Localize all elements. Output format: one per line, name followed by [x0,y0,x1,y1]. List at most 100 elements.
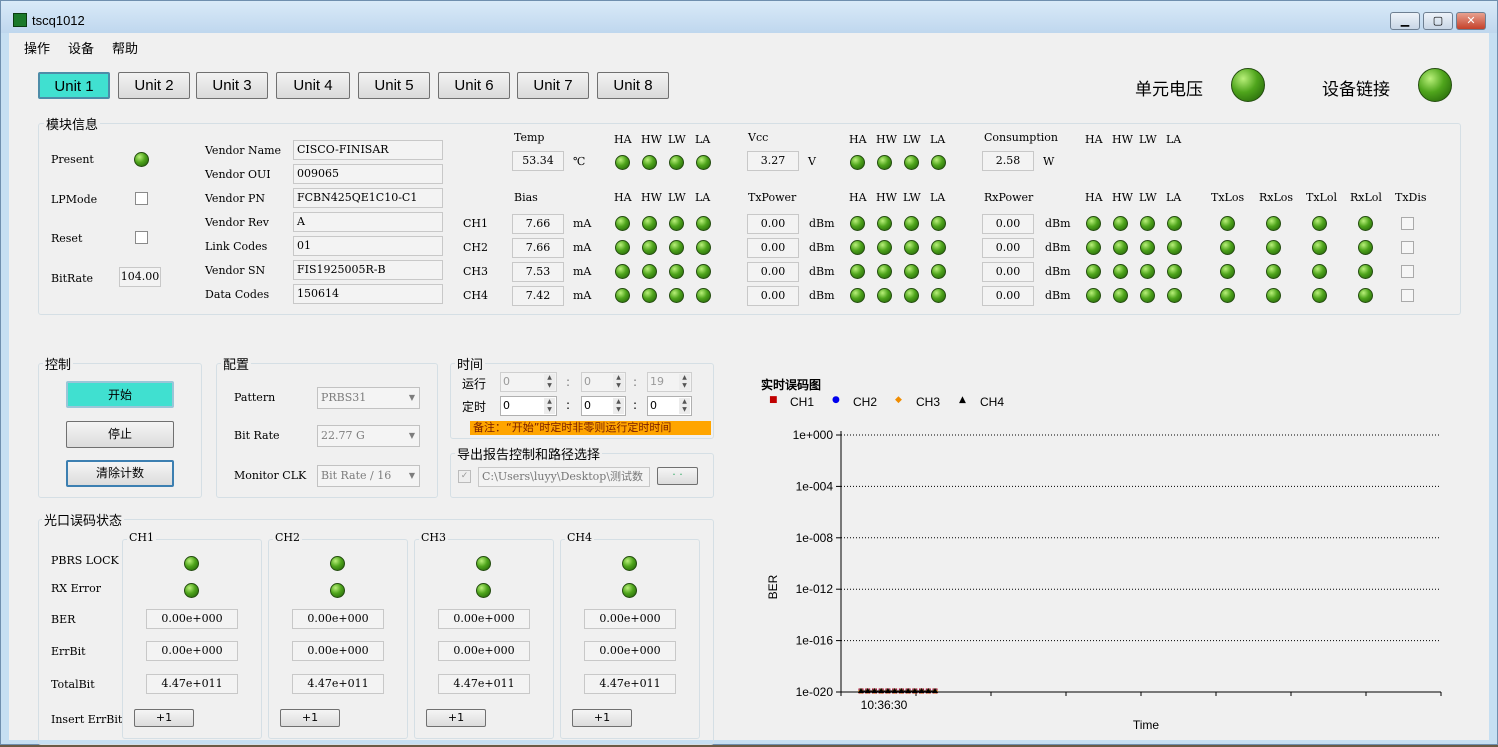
rxpower-value: 0.00 [982,214,1034,234]
txpower-unit: dBm [809,217,835,230]
vendor-value: CISCO-FINISAR [293,140,443,160]
y-tick-label: 1e+000 [793,428,834,442]
status-led [1312,264,1327,279]
monitor-clk-select[interactable]: Bit Rate / 16 ▼ [317,465,420,487]
txpower-value: 0.00 [747,262,799,282]
alarm-header: HA [1085,133,1103,146]
consumption-unit: W [1043,155,1055,168]
txpower-label: TxPower [748,191,797,204]
status-led [1220,264,1235,279]
tab-unit-1[interactable]: Unit 1 [38,72,110,99]
close-button[interactable]: ✕ [1456,12,1486,30]
tab-unit-4[interactable]: Unit 4 [276,72,350,99]
reset-checkbox[interactable] [135,231,148,244]
bias-value: 7.66 [512,214,564,234]
prbs-lock-led [476,556,491,571]
insert-errbit-button[interactable]: +1 [572,709,632,727]
alarm-header: HW [641,191,662,204]
bitrate-select[interactable]: 22.77 G ▼ [317,425,420,447]
time-title: 时间 [455,354,486,373]
insert-errbit-button[interactable]: +1 [134,709,194,727]
vcc-label: Vcc [748,131,769,144]
legend-marker-diamond-icon: ◆ [895,395,902,405]
alarm-led [642,216,657,231]
port-status-title: 光口误码状态 [42,510,125,529]
menu-device[interactable]: 设备 [68,38,94,57]
start-button[interactable]: 开始 [66,381,174,408]
legend-marker-square-icon: ■ [769,395,778,405]
rxpower-unit: dBm [1045,217,1071,230]
alarm-led [877,288,892,303]
alarm-header: HA [849,133,867,146]
alarm-header: LW [668,191,686,204]
legend-label: CH1 [790,395,815,409]
alarm-header: LA [695,191,711,204]
bitrate-field[interactable]: 104.00 [119,267,161,287]
pattern-value: PRBS31 [321,391,367,404]
bias-unit: mA [573,217,592,230]
txdis-checkbox[interactable] [1401,241,1414,254]
app-icon [13,13,27,27]
spin-arrows-icon[interactable]: ▲ ▼ [679,398,690,414]
tab-unit-7[interactable]: Unit 7 [517,72,589,99]
x-tick-label: 10:36:30 [861,698,908,712]
tab-unit-5[interactable]: Unit 5 [358,72,430,99]
bias-label: Bias [514,191,538,204]
maximize-button[interactable]: ▢ [1423,12,1453,30]
txdis-checkbox[interactable] [1401,217,1414,230]
menu-help[interactable]: 帮助 [112,38,138,57]
tab-unit-3[interactable]: Unit 3 [196,72,268,99]
timer-seconds[interactable]: 0 ▲ ▼ [647,396,692,416]
alarm-led [669,216,684,231]
status-led [1266,264,1281,279]
minimize-button[interactable]: ▁ [1390,12,1420,30]
pattern-select[interactable]: PRBS31 ▼ [317,387,420,409]
vendor-value: 01 [293,236,443,256]
clear-count-button[interactable]: 清除计数 [66,460,174,487]
txpower-value: 0.00 [747,238,799,258]
legend-marker-triangle-icon: ▲ [959,395,966,405]
tab-unit-6[interactable]: Unit 6 [438,72,510,99]
export-checkbox[interactable]: ✓ [458,470,471,483]
port-channel-title: CH1 [127,531,157,544]
lpmode-label: LPMode [51,193,98,206]
txdis-checkbox[interactable] [1401,289,1414,302]
vendor-label: Vendor OUI [205,168,271,181]
channel-label: CH4 [463,289,489,302]
spin-arrows-icon[interactable]: ▲ ▼ [613,398,624,414]
ber-chart: 1e+000 1e-004 1e-008 1e-012 1e-016 1e-020 10:3… [766,428,1442,732]
tab-unit-2[interactable]: Unit 2 [118,72,190,99]
spin-arrows-icon[interactable]: ▲ ▼ [544,398,555,414]
alarm-led [850,155,865,170]
status-led [1220,240,1235,255]
insert-errbit-button[interactable]: +1 [426,709,486,727]
txdis-checkbox[interactable] [1401,265,1414,278]
monitor-clk-value: Bit Rate / 16 [321,469,392,482]
alarm-led [642,288,657,303]
tab-unit-8[interactable]: Unit 8 [597,72,669,99]
alarm-header: HA [614,133,632,146]
browse-button[interactable]: · · [657,467,698,485]
run-seconds: 19 ▲ ▼ [647,372,692,392]
totalbit-value: 4.47e+011 [438,674,530,694]
bias-unit: mA [573,265,592,278]
alarm-led [904,155,919,170]
timer-minutes[interactable]: 0 ▲ ▼ [581,396,626,416]
alarm-led [615,155,630,170]
timer-hours[interactable]: 0 ▲ ▼ [500,396,557,416]
alarm-led [669,264,684,279]
menu-operate[interactable]: 操作 [24,38,50,57]
alarm-header: LW [903,191,921,204]
insert-errbit-button[interactable]: +1 [280,709,340,727]
rxpower-value: 0.00 [982,238,1034,258]
stop-button[interactable]: 停止 [66,421,174,448]
status-header: RxLol [1350,191,1382,204]
bias-unit: mA [573,289,592,302]
bitrate-select-value: 22.77 G [321,429,365,442]
lpmode-checkbox[interactable] [135,192,148,205]
temp-unit: ℃ [573,155,586,168]
vcc-unit: V [808,155,816,168]
vendor-value: FCBN425QE1C10-C1 [293,188,443,208]
alarm-led [904,264,919,279]
alarm-led [669,155,684,170]
